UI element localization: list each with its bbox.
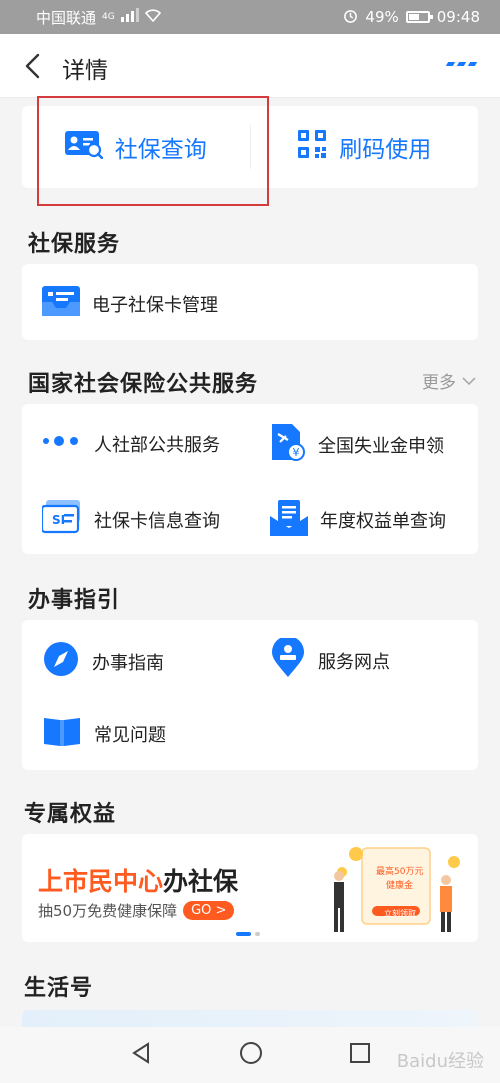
home-circle-icon[interactable] <box>239 1041 263 1069</box>
signal-icon <box>120 8 139 26</box>
carousel-indicator <box>236 932 260 936</box>
promo-badge-text: 最高50万元 <box>376 867 424 877</box>
status-bar: 中国联通 4G 49% 09:48 <box>0 0 500 34</box>
national-service-card: 人社部公共服务 ¥ 全国失业金申领 SI 社保卡信息查询 年度权益单查询 <box>22 404 478 554</box>
recents-square-icon[interactable] <box>349 1042 371 1068</box>
hrss-public-service-item[interactable]: 人社部公共服务 <box>42 424 220 463</box>
service-guide-item[interactable]: 办事指南 <box>42 640 164 683</box>
promo-claim-button[interactable]: 立刻领取 <box>384 908 416 919</box>
service-guide-card: 办事指南 服务网点 常见问题 <box>22 620 478 770</box>
service-outlets-label: 服务网点 <box>318 651 390 673</box>
social-service-card: 电子社保卡管理 <box>22 264 478 340</box>
banner-headline-rest: 办社保 <box>163 867 239 896</box>
compass-icon <box>42 640 80 683</box>
location-pin-icon <box>270 636 306 683</box>
id-card-search-icon <box>64 129 104 165</box>
dots-icon <box>42 424 82 463</box>
back-triangle-icon[interactable] <box>129 1041 153 1069</box>
banner-headline-highlight: 上市民中心 <box>38 867 164 896</box>
annual-rights-statement-label: 年度权益单查询 <box>320 510 446 532</box>
social-security-query-label: 社保查询 <box>114 137 207 163</box>
alarm-icon <box>343 8 358 27</box>
clock: 09:48 <box>436 8 480 26</box>
back-arrow-icon[interactable] <box>20 52 48 80</box>
network-label: 4G <box>102 12 115 22</box>
social-card-icon: SI <box>40 500 82 539</box>
e-card-icon <box>42 284 80 323</box>
exclusive-benefits-title: 专属权益 <box>24 802 117 827</box>
banner-go-button[interactable]: GO > <box>183 901 235 920</box>
main-content: 社保查询 刷码使用 社保服务 电子社保卡管理 国家社会保险公共服务 更多 人社部… <box>0 98 500 1027</box>
unemployment-benefit-label: 全国失业金申领 <box>318 435 444 457</box>
wifi-icon <box>144 8 161 26</box>
banner-subtitle: 抽50万免费健康保障 <box>38 902 178 920</box>
open-book-icon <box>42 714 82 753</box>
svg-text:¥: ¥ <box>293 446 300 459</box>
promo-text: 健康金 <box>386 881 414 891</box>
social-card-info-query-item[interactable]: SI 社保卡信息查询 <box>40 500 220 539</box>
watermark-logo: Baidu经验 <box>396 1051 484 1072</box>
life-account-card[interactable] <box>22 1010 478 1027</box>
battery-percent: 49% <box>365 8 399 26</box>
more-link[interactable]: 更多 <box>422 368 476 393</box>
envelope-document-icon <box>270 498 308 541</box>
hrss-public-service-label: 人社部公共服务 <box>94 434 220 456</box>
social-security-query-button[interactable]: 社保查询 <box>22 106 250 188</box>
e-social-card-management-label: 电子社保卡管理 <box>92 294 218 316</box>
social-card-info-query-label: 社保卡信息查询 <box>94 510 220 532</box>
more-label: 更多 <box>422 373 456 393</box>
unemployment-benefit-item[interactable]: ¥ 全国失业金申领 <box>270 422 444 467</box>
promo-banner[interactable]: 上市民中心办社保 抽50万免费健康保障 GO > 最高50万元 健康金 立刻领取 <box>22 834 478 942</box>
scan-code-label: 刷码使用 <box>339 137 432 163</box>
qr-code-icon <box>297 129 327 165</box>
service-outlets-item[interactable]: 服务网点 <box>270 636 390 683</box>
service-guide-label: 办事指南 <box>92 652 164 674</box>
svg-text:SI: SI <box>52 513 65 527</box>
faq-item[interactable]: 常见问题 <box>42 714 166 753</box>
banner-subtitle-row: 抽50万免费健康保障 GO > <box>38 900 235 921</box>
annual-rights-statement-item[interactable]: 年度权益单查询 <box>270 498 446 541</box>
page-title: 详情 <box>62 58 108 84</box>
service-guide-title: 办事指引 <box>28 588 121 613</box>
banner-illustration <box>322 842 472 942</box>
more-menu-icon[interactable] <box>445 62 478 66</box>
scan-code-button[interactable]: 刷码使用 <box>251 106 479 188</box>
document-yuan-icon: ¥ <box>270 422 306 467</box>
banner-headline: 上市民中心办社保 <box>38 862 238 898</box>
chevron-down-icon <box>462 371 476 391</box>
faq-label: 常见问题 <box>94 724 166 746</box>
national-service-title: 国家社会保险公共服务 <box>28 372 259 397</box>
quick-actions-card: 社保查询 刷码使用 <box>22 106 478 188</box>
navigation-bar: 详情 <box>0 34 500 98</box>
e-social-card-management-item[interactable]: 电子社保卡管理 <box>42 284 218 323</box>
life-account-title: 生活号 <box>24 976 94 1001</box>
carrier-label: 中国联通 <box>36 8 97 27</box>
battery-icon <box>405 11 433 23</box>
social-service-title: 社保服务 <box>28 232 121 257</box>
